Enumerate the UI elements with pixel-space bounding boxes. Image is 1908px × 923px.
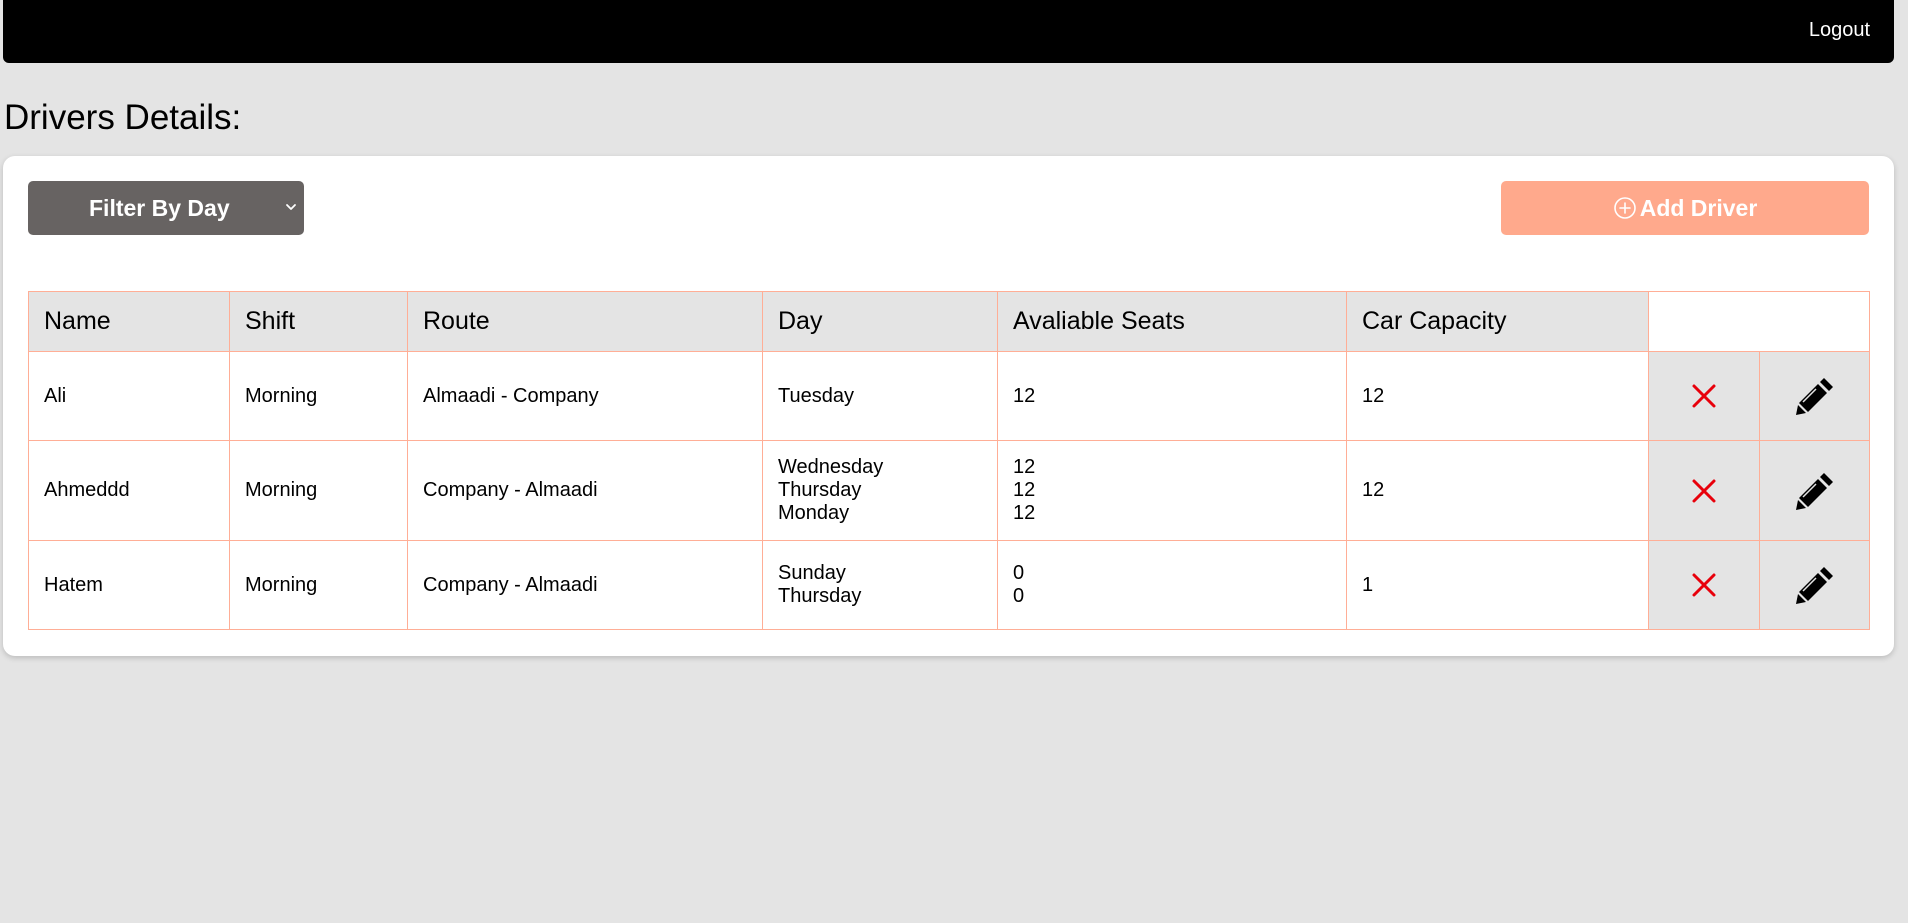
driver-shift: Morning bbox=[229, 440, 408, 541]
driver-car-capacity: 1 bbox=[1346, 540, 1649, 630]
drivers-table-wrapper: Name Shift Route Day Avaliable Seats Car… bbox=[28, 291, 1870, 630]
driver-shift: Morning bbox=[229, 540, 408, 630]
column-header-available-seats: Avaliable Seats bbox=[997, 291, 1347, 352]
edit-driver-button[interactable] bbox=[1759, 440, 1870, 541]
driver-car-capacity: 12 bbox=[1346, 351, 1649, 441]
edit-driver-button[interactable] bbox=[1759, 351, 1870, 441]
drivers-card: Filter By Day Add Driver Name Shift Rout… bbox=[3, 156, 1894, 656]
driver-route: Almaadi - Company bbox=[407, 351, 763, 441]
close-icon bbox=[1692, 384, 1716, 408]
seats-value: 0 bbox=[1013, 562, 1025, 584]
filter-by-day-select[interactable]: Filter By Day bbox=[28, 181, 304, 235]
edit-driver-button[interactable] bbox=[1759, 540, 1870, 630]
seats-value: 12 bbox=[1013, 456, 1036, 478]
driver-shift: Morning bbox=[229, 351, 408, 441]
chevron-down-icon bbox=[286, 204, 296, 210]
day-value: Thursday bbox=[778, 585, 862, 607]
close-icon bbox=[1692, 573, 1716, 597]
driver-name: Hatem bbox=[28, 540, 230, 630]
driver-days: Tuesday bbox=[762, 351, 998, 441]
driver-days: Wednesday Thursday Monday bbox=[762, 440, 998, 541]
seats-value: 0 bbox=[1013, 585, 1025, 607]
driver-route: Company - Almaadi bbox=[407, 440, 763, 541]
logout-link[interactable]: Logout bbox=[1809, 19, 1870, 42]
seats-value: 12 bbox=[1013, 479, 1036, 501]
driver-available-seats: 12 12 12 bbox=[997, 440, 1347, 541]
pencil-icon bbox=[1795, 472, 1833, 510]
driver-route: Company - Almaadi bbox=[407, 540, 763, 630]
column-header-actions bbox=[1648, 291, 1870, 352]
driver-car-capacity: 12 bbox=[1346, 440, 1649, 541]
delete-driver-button[interactable] bbox=[1648, 540, 1760, 630]
driver-available-seats: 12 bbox=[997, 351, 1347, 441]
column-header-name: Name bbox=[28, 291, 230, 352]
pencil-icon bbox=[1795, 567, 1833, 604]
table-row: Hatem Morning Company - Almaadi Sunday T… bbox=[28, 540, 1870, 630]
add-driver-label: Add Driver bbox=[1639, 194, 1758, 221]
plus-circle-icon bbox=[1613, 197, 1636, 219]
delete-driver-button[interactable] bbox=[1648, 351, 1760, 441]
close-icon bbox=[1692, 479, 1716, 502]
day-value: Sunday bbox=[778, 562, 846, 584]
filter-by-day-label: Filter By Day bbox=[89, 194, 230, 221]
drivers-table: Name Shift Route Day Avaliable Seats Car… bbox=[28, 291, 1870, 630]
driver-days: Sunday Thursday bbox=[762, 540, 998, 630]
driver-name: Ali bbox=[28, 351, 230, 441]
day-value: Tuesday bbox=[778, 384, 854, 407]
seats-value: 12 bbox=[1013, 384, 1036, 407]
table-header-row: Name Shift Route Day Avaliable Seats Car… bbox=[28, 291, 1870, 352]
table-row: Ali Morning Almaadi - Company Tuesday 12… bbox=[28, 351, 1870, 441]
column-header-day: Day bbox=[762, 291, 998, 352]
driver-available-seats: 0 0 bbox=[997, 540, 1347, 630]
day-value: Monday bbox=[778, 502, 850, 524]
day-value: Wednesday bbox=[778, 456, 884, 478]
page-title: Drivers Details: bbox=[4, 98, 242, 137]
top-navbar: Logout bbox=[3, 0, 1894, 63]
table-row: Ahmeddd Morning Company - Almaadi Wednes… bbox=[28, 440, 1870, 541]
column-header-shift: Shift bbox=[229, 291, 408, 352]
seats-value: 12 bbox=[1013, 502, 1036, 524]
pencil-icon bbox=[1795, 378, 1833, 415]
driver-name: Ahmeddd bbox=[28, 440, 230, 541]
column-header-route: Route bbox=[407, 291, 763, 352]
delete-driver-button[interactable] bbox=[1648, 440, 1760, 541]
column-header-car-capacity: Car Capacity bbox=[1346, 291, 1649, 352]
add-driver-button[interactable]: Add Driver bbox=[1501, 181, 1869, 235]
day-value: Thursday bbox=[778, 479, 862, 501]
